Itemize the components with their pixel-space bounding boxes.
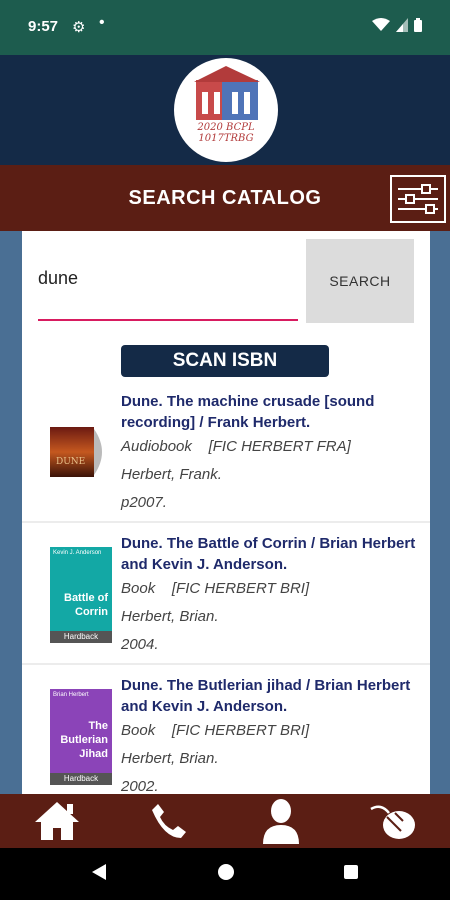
audiobook-cover: DUNE [50, 427, 110, 477]
result-info: Dune. The machine crusade [sound recordi… [121, 391, 421, 517]
battery-icon [414, 18, 422, 32]
bottom-nav [0, 794, 450, 848]
result-author: Herbert, Brian. [121, 608, 219, 625]
result-author: Herbert, Brian. [121, 750, 219, 767]
result-title: Dune. The machine crusade [sound recordi… [121, 393, 375, 431]
result-author: Herbert, Frank. [121, 466, 222, 483]
notification-dot-icon: • [99, 14, 105, 31]
home-icon [35, 802, 79, 840]
result-title: Dune. The Butlerian jihad / Brian Herber… [121, 677, 411, 715]
logo-caption: 2020 BCPL 1017TRBG [174, 122, 278, 144]
search-underline [38, 319, 298, 321]
logo-line-2: 1017TRBG [198, 133, 254, 144]
cover-author: Brian Herbert [53, 692, 89, 698]
result-item[interactable]: DUNE Dune. The machine crusade [sound re… [22, 381, 430, 523]
result-title: Dune. The Battle of Corrin / Brian Herbe… [121, 535, 416, 573]
book-cover: Brian Herbert The Butlerian Jihad Hardba… [50, 689, 112, 785]
sliders-icon [398, 184, 438, 214]
result-format-line: Book [FIC HERBERT BRI] [121, 575, 421, 603]
title-bar: SEARCH CATALOG [0, 165, 450, 231]
system-nav-bar [0, 848, 450, 900]
result-format-line: Audiobook [FIC HERBERT FRA] [121, 433, 421, 461]
user-icon [263, 799, 299, 844]
results-list: DUNE Dune. The machine crusade [sound re… [22, 381, 430, 794]
phone-icon [152, 804, 186, 838]
result-date: 2002. [121, 778, 159, 794]
search-panel: SEARCH SCAN ISBN DUNE Dune. The machine … [22, 231, 430, 794]
signal-icon [396, 18, 408, 32]
result-date: 2004. [121, 636, 159, 653]
cover-text: DUNE [56, 457, 86, 467]
result-callno: [FIC HERBERT BRI] [171, 722, 310, 739]
result-info: Dune. The Butlerian jihad / Brian Herber… [121, 675, 421, 794]
cover-label: Hardback [50, 631, 112, 643]
page-title: SEARCH CATALOG [128, 187, 322, 209]
result-item[interactable]: Brian Herbert The Butlerian Jihad Hardba… [22, 665, 430, 794]
search-button[interactable]: SEARCH [306, 239, 414, 323]
logo-line-1: 2020 BCPL [197, 122, 255, 133]
nav-call[interactable] [134, 794, 204, 848]
app-header: 2020 BCPL 1017TRBG [0, 55, 450, 165]
status-icons [372, 18, 422, 32]
home-circle-icon[interactable] [216, 862, 236, 882]
filter-settings-button[interactable] [390, 175, 446, 223]
result-format: Audiobook [121, 438, 192, 455]
result-format: Book [121, 722, 156, 739]
wifi-icon [372, 18, 390, 31]
library-logo: 2020 BCPL 1017TRBG [174, 58, 278, 162]
result-date: p2007. [121, 494, 167, 511]
result-format-line: Book [FIC HERBERT BRI] [121, 717, 421, 745]
mouse-icon [370, 805, 415, 839]
cover-author: Kevin J. Anderson [53, 550, 102, 556]
library-building-icon [194, 66, 260, 120]
cover-title: Battle of Corrin [64, 592, 108, 618]
nav-home[interactable] [22, 794, 92, 848]
scan-isbn-button[interactable]: SCAN ISBN [121, 345, 329, 377]
book-cover: Kevin J. Anderson Battle of Corrin Hardb… [50, 547, 112, 643]
nav-online[interactable] [358, 794, 428, 848]
result-item[interactable]: Kevin J. Anderson Battle of Corrin Hardb… [22, 523, 430, 665]
result-callno: [FIC HERBERT FRA] [208, 438, 351, 455]
status-time: 9:57 [28, 18, 59, 35]
result-callno: [FIC HERBERT BRI] [171, 580, 310, 597]
recents-icon[interactable] [342, 862, 360, 882]
result-format: Book [121, 580, 156, 597]
back-icon[interactable] [90, 862, 108, 882]
search-input[interactable] [38, 259, 298, 297]
settings-gear-icon: ⚙ [72, 19, 86, 36]
result-info: Dune. The Battle of Corrin / Brian Herbe… [121, 533, 421, 659]
cover-title: The Butlerian Jihad [60, 720, 108, 760]
status-bar: 9:57 ⚙ • [0, 0, 450, 55]
cover-label: Hardback [50, 773, 112, 785]
nav-account[interactable] [246, 794, 316, 848]
